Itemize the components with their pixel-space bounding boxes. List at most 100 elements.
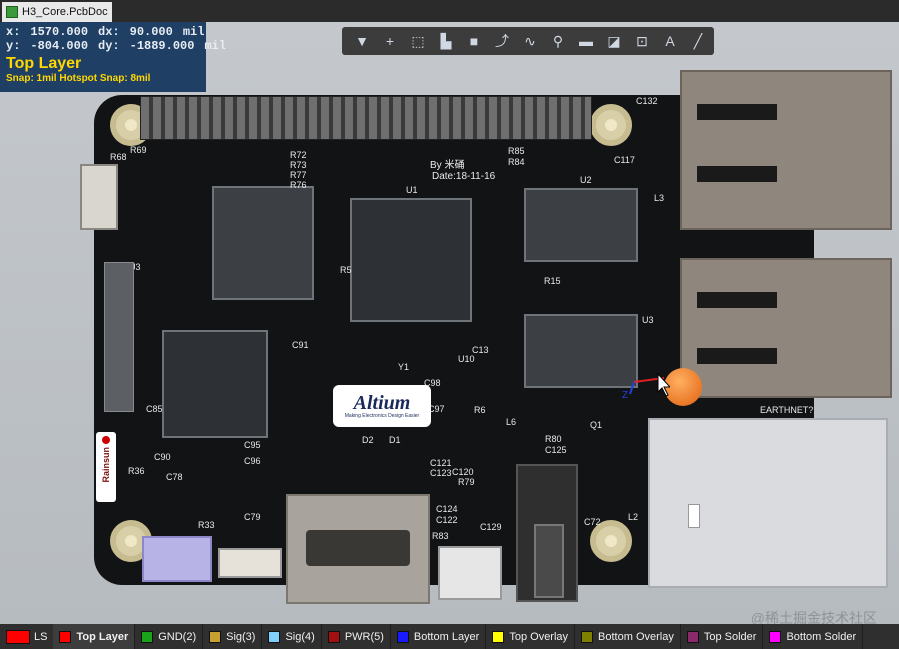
label-r85: R85 (508, 146, 525, 156)
label-u3: U3 (642, 315, 654, 325)
snap-info: Snap: 1mil Hotspot Snap: 8mil (6, 73, 151, 84)
layer-tab-label: Top Overlay (509, 630, 569, 643)
label-c125: C125 (545, 445, 567, 455)
layer-tab-label: GND(2) (158, 630, 197, 643)
component-icon[interactable]: ■ (460, 29, 488, 53)
label-y1: Y1 (398, 362, 410, 372)
author-text: By 米硧 (430, 160, 465, 171)
current-layer-name: Top Layer (6, 55, 82, 72)
layer-tab-top-overlay[interactable]: Top Overlay (486, 624, 576, 649)
plus-icon[interactable]: + (376, 29, 404, 53)
tab-title: H3_Core.PcbDoc (22, 6, 108, 18)
label-c122: C122 (436, 515, 458, 525)
layer-tab-gnd2[interactable]: GND(2) (135, 624, 204, 649)
label-r15: R15 (544, 276, 561, 286)
dy-value: -1889.000 (129, 39, 195, 53)
pcb-document-tab[interactable]: H3_Core.PcbDoc (2, 2, 112, 22)
layer-swatch (268, 630, 281, 643)
ls-swatch (6, 629, 30, 644)
label-r5: R5 (340, 265, 352, 275)
layer-swatch (327, 630, 340, 643)
layer-tab-label: Top Solder (703, 630, 757, 643)
label-r36: R36 (128, 466, 145, 476)
sd-card-slot (104, 262, 134, 412)
layer-swatch (396, 630, 409, 643)
label-r76: R76 (290, 180, 307, 190)
layer-set-button[interactable]: LS (0, 624, 53, 649)
rainsun-text: Rainsun (101, 447, 111, 483)
chip-pmic (162, 330, 268, 438)
polygon-icon[interactable]: ◪ (600, 29, 628, 53)
label-c117: C117 (614, 155, 635, 165)
label-u1: U1 (406, 185, 418, 195)
coordinate-hud: x: 1570.000 dx: 90.000 mil y: -804.000 d… (0, 22, 226, 92)
altium-logo-text: Altium (353, 392, 411, 414)
label-l3: L3 (654, 193, 665, 203)
layer-swatch (209, 630, 222, 643)
usb-port-top (680, 70, 892, 230)
dimension-icon[interactable]: ⊡ (628, 29, 656, 53)
label-earthnet: EARTHNET? (760, 405, 814, 415)
layer-tab-label: Sig(3) (226, 630, 256, 643)
layer-tab-label: Top Layer (76, 630, 129, 643)
wave-icon[interactable]: ∿ (516, 29, 544, 53)
layer-tab-label: Bottom Solder (786, 630, 857, 643)
chip-u2 (524, 188, 638, 262)
layer-swatch (686, 630, 699, 643)
pin-icon[interactable]: ⚲ (544, 29, 572, 53)
audio-jack (516, 464, 578, 602)
label-c96: C96 (244, 456, 261, 466)
layer-tab-sig4[interactable]: Sig(4) (262, 624, 322, 649)
filter-icon[interactable]: ▼ (348, 29, 376, 53)
mounting-hole (590, 104, 632, 146)
active-bar: ▼ + ⬚ ▙ ■ ⤴ ∿ ⚲ ▬ ◪ ⊡ A ╱ (342, 27, 714, 55)
label-l6: L6 (506, 417, 517, 427)
hdmi-connector (286, 494, 430, 604)
chart-icon[interactable]: ▙ (432, 29, 460, 53)
fill-icon[interactable]: ▬ (572, 29, 600, 53)
label-r77: R77 (290, 170, 307, 180)
layer-tab-bottom-overlay[interactable]: Bottom Overlay (575, 624, 681, 649)
label-u10: U10 (458, 354, 475, 364)
x-value: 1570.000 (30, 25, 89, 39)
label-c72: C72 (584, 517, 601, 527)
layer-tab-sig3[interactable]: Sig(3) (203, 624, 263, 649)
layer-tab-pwr5[interactable]: PWR(5) (322, 624, 391, 649)
small-connector (218, 548, 282, 578)
label-c123: C123 (430, 468, 452, 478)
chip-u-left (212, 186, 314, 300)
unit-label: mil (204, 39, 227, 53)
layer-tab-top-solder[interactable]: Top Solder (681, 624, 764, 649)
label-d2: D2 (362, 435, 374, 445)
label-r80: R80 (545, 434, 562, 444)
rainsun-dot-icon (102, 436, 110, 444)
axis-gizmo-icon: Z (622, 372, 670, 400)
pcb-file-icon (6, 6, 18, 18)
label-l2: L2 (628, 512, 639, 522)
label-c90: C90 (154, 452, 171, 462)
date-text: Date:18-11-16 (432, 171, 496, 182)
ethernet-jack (648, 418, 888, 588)
x-label: x: (6, 25, 21, 39)
route-icon[interactable]: ⤴ (488, 29, 516, 53)
label-r6: R6 (474, 405, 486, 415)
text-icon[interactable]: A (656, 29, 684, 53)
select-rect-icon[interactable]: ⬚ (404, 29, 432, 53)
label-d1: D1 (389, 435, 401, 445)
label-q1: Q1 (590, 420, 603, 430)
layer-swatch (581, 630, 594, 643)
layer-tab-bottom-solder[interactable]: Bottom Solder (763, 624, 864, 649)
altium-logo: Altium Making Electronics Design Easier (333, 385, 431, 427)
layer-tab-label: Bottom Overlay (598, 630, 674, 643)
line-icon[interactable]: ╱ (684, 29, 712, 53)
label-u2: U2 (580, 175, 592, 185)
gpio-pin-header (140, 96, 592, 140)
label-c121: C121 (430, 458, 452, 468)
label-c129: C129 (480, 522, 502, 532)
layer-tab-label: Bottom Layer (413, 630, 480, 643)
layer-tab-bottom-layer[interactable]: Bottom Layer (391, 624, 487, 649)
layer-tab-top-layer[interactable]: Top Layer (53, 624, 136, 649)
y-label: y: (6, 39, 21, 53)
label-r72: R72 (290, 150, 307, 160)
rainsun-logo: Rainsun (96, 432, 116, 502)
